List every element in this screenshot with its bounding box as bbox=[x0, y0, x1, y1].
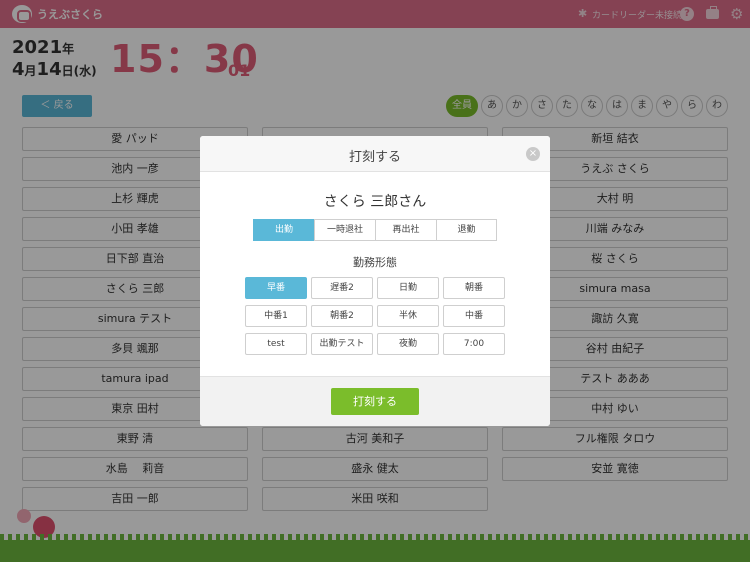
shift-option[interactable]: 中番1 bbox=[245, 305, 307, 327]
shift-option[interactable]: 日勤 bbox=[377, 277, 439, 299]
shift-option[interactable]: test bbox=[245, 333, 307, 355]
shift-option[interactable]: 早番 bbox=[245, 277, 307, 299]
punch-type-return[interactable]: 再出社 bbox=[375, 219, 437, 241]
work-type-title: 勤務形態 bbox=[353, 256, 397, 269]
shift-option[interactable]: 半休 bbox=[377, 305, 439, 327]
dialog-title: 打刻する bbox=[348, 150, 401, 165]
shift-option[interactable]: 出勤テスト bbox=[311, 333, 373, 355]
close-icon[interactable]: × bbox=[526, 147, 540, 161]
punch-dialog: 打刻する × さくら 三郎さん 出勤 一時退社 再出社 退勤 勤務形態 早番 遅… bbox=[200, 136, 550, 426]
punch-type-clock-out[interactable]: 退勤 bbox=[436, 219, 497, 241]
shift-option[interactable]: 朝番2 bbox=[311, 305, 373, 327]
shift-option[interactable]: 朝番 bbox=[443, 277, 505, 299]
dialog-header: 打刻する × bbox=[200, 136, 550, 172]
shift-option[interactable]: 7:00 bbox=[443, 333, 505, 355]
employee-name: さくら 三郎さん bbox=[323, 194, 427, 210]
shift-option[interactable]: 夜勤 bbox=[377, 333, 439, 355]
punch-type-clock-in[interactable]: 出勤 bbox=[253, 219, 315, 241]
punch-type-leave-temporarily[interactable]: 一時退社 bbox=[314, 219, 376, 241]
submit-punch-button[interactable]: 打刻する bbox=[331, 388, 419, 415]
shift-option[interactable]: 遅番2 bbox=[311, 277, 373, 299]
shift-option[interactable]: 中番 bbox=[443, 305, 505, 327]
